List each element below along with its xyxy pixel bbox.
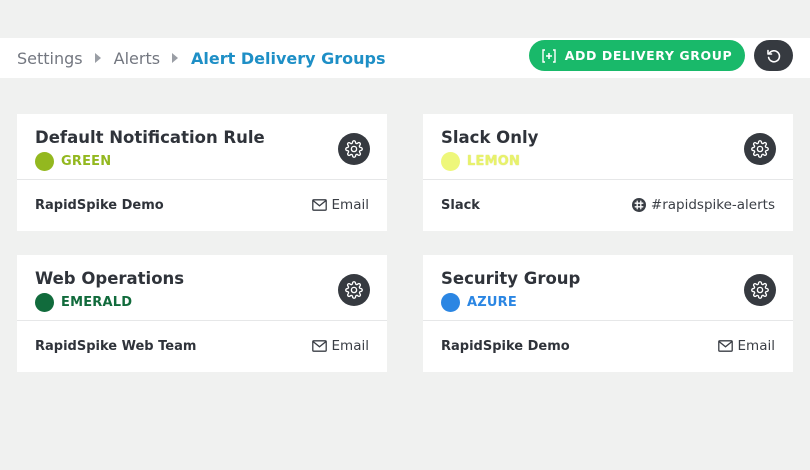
add-delivery-group-label: ADD DELIVERY GROUP bbox=[564, 48, 733, 63]
color-name: AZURE bbox=[467, 295, 517, 310]
page-header: Settings Alerts Alert Delivery Groups AD… bbox=[0, 38, 810, 78]
channel: Email bbox=[717, 338, 775, 354]
add-delivery-group-button[interactable]: ADD DELIVERY GROUP bbox=[529, 40, 745, 71]
group-settings-button[interactable] bbox=[338, 133, 370, 165]
gear-icon bbox=[345, 281, 363, 299]
channel-label: Email bbox=[331, 338, 369, 354]
color-name: GREEN bbox=[61, 154, 112, 169]
group-member-row: RapidSpike Web Team Email bbox=[17, 321, 387, 371]
channel-label: Email bbox=[331, 197, 369, 213]
group-settings-button[interactable] bbox=[338, 274, 370, 306]
channel-label: Email bbox=[737, 338, 775, 354]
group-title: Default Notification Rule bbox=[35, 128, 265, 147]
gear-icon bbox=[751, 140, 769, 158]
envelope-icon bbox=[717, 340, 733, 352]
group-settings-button[interactable] bbox=[744, 274, 776, 306]
breadcrumb-settings[interactable]: Settings bbox=[17, 49, 83, 68]
group-title: Web Operations bbox=[35, 269, 185, 288]
member-name: RapidSpike Demo bbox=[35, 197, 164, 213]
group-color: AZURE bbox=[441, 293, 517, 312]
gear-icon bbox=[751, 281, 769, 299]
group-title: Security Group bbox=[441, 269, 581, 288]
color-swatch bbox=[441, 152, 460, 171]
envelope-icon bbox=[311, 340, 327, 352]
channel-label: #rapidspike-alerts bbox=[650, 197, 775, 213]
breadcrumb-separator-icon bbox=[172, 53, 179, 63]
group-title: Slack Only bbox=[441, 128, 539, 147]
plus-square-icon bbox=[542, 48, 556, 63]
delivery-group-card: Web Operations EMERALD RapidSpike Web Te… bbox=[17, 255, 387, 372]
delivery-group-card: Slack Only LEMON Slack #rapidspike-alert… bbox=[423, 114, 793, 231]
group-member-row: RapidSpike Demo Email bbox=[423, 321, 793, 371]
breadcrumb-alerts[interactable]: Alerts bbox=[114, 49, 160, 68]
delivery-group-card: Default Notification Rule GREEN RapidSpi… bbox=[17, 114, 387, 231]
channel: #rapidspike-alerts bbox=[631, 197, 775, 213]
color-name: EMERALD bbox=[61, 295, 133, 310]
envelope-icon bbox=[311, 199, 327, 211]
reset-icon bbox=[766, 48, 782, 64]
gear-icon bbox=[345, 140, 363, 158]
reset-button[interactable] bbox=[754, 40, 793, 71]
group-color: GREEN bbox=[35, 152, 111, 171]
breadcrumb: Settings Alerts Alert Delivery Groups bbox=[17, 38, 386, 78]
member-name: RapidSpike Demo bbox=[441, 338, 570, 354]
color-name: LEMON bbox=[467, 154, 521, 169]
group-member-row: RapidSpike Demo Email bbox=[17, 180, 387, 230]
color-swatch bbox=[35, 152, 54, 171]
member-name: RapidSpike Web Team bbox=[35, 338, 197, 354]
group-color: EMERALD bbox=[35, 293, 132, 312]
breadcrumb-alert-delivery-groups: Alert Delivery Groups bbox=[191, 48, 386, 68]
color-swatch bbox=[441, 293, 460, 312]
group-color: LEMON bbox=[441, 152, 520, 171]
delivery-group-card: Security Group AZURE RapidSpike Demo Ema… bbox=[423, 255, 793, 372]
channel: Email bbox=[311, 338, 369, 354]
color-swatch bbox=[35, 293, 54, 312]
slack-icon bbox=[631, 198, 646, 212]
group-settings-button[interactable] bbox=[744, 133, 776, 165]
breadcrumb-separator-icon bbox=[94, 53, 101, 63]
channel: Email bbox=[311, 197, 369, 213]
member-name: Slack bbox=[441, 197, 480, 213]
group-member-row: Slack #rapidspike-alerts bbox=[423, 180, 793, 230]
